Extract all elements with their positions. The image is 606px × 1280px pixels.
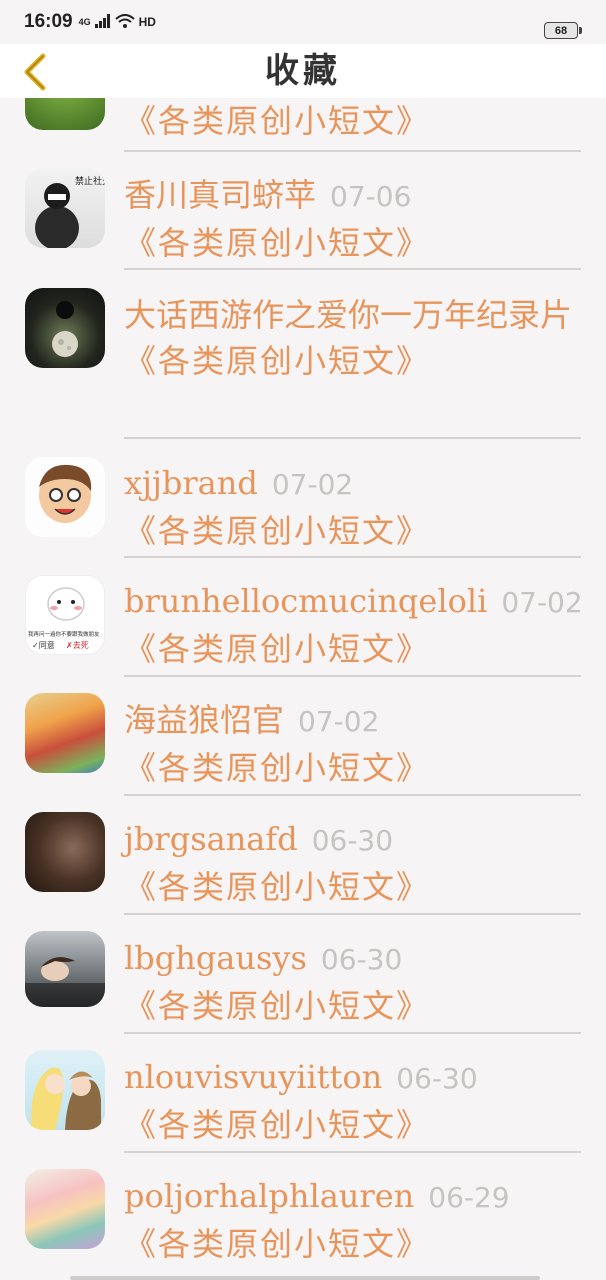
signal-icon bbox=[94, 13, 111, 31]
item-name: 香川真司蛴苹 bbox=[124, 176, 317, 214]
item-tag: 《各类原创小短文》 bbox=[124, 512, 431, 550]
item-name: lbghgausys bbox=[124, 939, 307, 977]
item-date: 06-30 bbox=[396, 1062, 478, 1095]
item-tag: 《各类原创小短文》 bbox=[124, 987, 431, 1025]
item-name: brunhellocmucinqeloli bbox=[124, 582, 488, 620]
avatar bbox=[25, 288, 105, 368]
item-date: 06-30 bbox=[320, 943, 403, 976]
item-name: poljorhalphlauren bbox=[124, 1177, 415, 1215]
network-label: 4G bbox=[78, 17, 91, 27]
item-name: jbrgsanafd bbox=[124, 820, 298, 858]
avatar-caption: 我再问一遍你不要跟我做朋友 bbox=[28, 630, 100, 638]
battery-icon: 68 bbox=[544, 22, 582, 39]
avatar bbox=[25, 1169, 105, 1249]
item-date: 06-29 bbox=[428, 1181, 510, 1214]
item-date: 07-06 bbox=[330, 180, 412, 213]
item-name: 大话西游作之爱你一万年纪录片 bbox=[124, 296, 573, 334]
item-tag: 《各类原创小短文》 bbox=[124, 224, 431, 262]
divider bbox=[124, 268, 581, 270]
divider bbox=[124, 1032, 581, 1034]
divider bbox=[124, 675, 581, 677]
item-tag: 《各类原创小短文》 bbox=[124, 342, 431, 380]
item-name: xjjbrand bbox=[124, 464, 258, 502]
avatar-caption: ✓同意 bbox=[32, 640, 55, 650]
item-tag: 《各类原创小短文》 bbox=[124, 102, 431, 140]
divider bbox=[124, 150, 581, 152]
divider bbox=[124, 794, 581, 796]
avatar bbox=[25, 457, 105, 537]
item-tag: 《各类原创小短文》 bbox=[124, 630, 431, 668]
battery-level: 68 bbox=[554, 24, 568, 37]
item-date: 07-02 bbox=[271, 468, 354, 501]
item-date: 07-02 bbox=[501, 586, 583, 619]
avatar bbox=[25, 812, 105, 892]
scroll-indicator bbox=[70, 1276, 540, 1280]
item-tag: 《各类原创小短文》 bbox=[124, 1225, 431, 1263]
avatar bbox=[25, 693, 105, 773]
nav-bar: 收藏 bbox=[0, 44, 606, 98]
status-bar: 16:09 4G HD 68 bbox=[0, 0, 606, 44]
item-tag: 《各类原创小短文》 bbox=[124, 868, 431, 906]
divider bbox=[124, 437, 581, 439]
avatar-caption: ✗去死 bbox=[66, 640, 89, 650]
avatar bbox=[25, 1050, 105, 1130]
item-name: nlouvisvuyiitton bbox=[124, 1058, 383, 1096]
status-time: 16:09 bbox=[24, 11, 73, 32]
divider bbox=[124, 1151, 581, 1153]
wifi-icon bbox=[114, 13, 135, 31]
divider bbox=[124, 913, 581, 915]
page-title: 收藏 bbox=[265, 51, 341, 91]
item-date: 06-30 bbox=[311, 824, 394, 857]
avatar: 我再问一遍你不要跟我做朋友 ✓同意 ✗去死 bbox=[25, 575, 105, 655]
hd-label: HD bbox=[138, 15, 156, 29]
item-tag: 《各类原创小短文》 bbox=[124, 1106, 431, 1144]
divider bbox=[124, 556, 581, 558]
item-date: 07-02 bbox=[298, 705, 380, 738]
avatar: 禁止社交 bbox=[25, 168, 105, 248]
item-tag: 《各类原创小短文》 bbox=[124, 749, 431, 787]
favorites-list[interactable]: 《各类原创小短文》 禁止社交 香川真司蛴苹 07-06 《各类原创小短文》 bbox=[0, 0, 606, 1280]
avatar-caption: 禁止社交 bbox=[75, 175, 105, 187]
avatar bbox=[25, 931, 105, 1007]
item-name: 海益狼怊官 bbox=[124, 701, 285, 739]
